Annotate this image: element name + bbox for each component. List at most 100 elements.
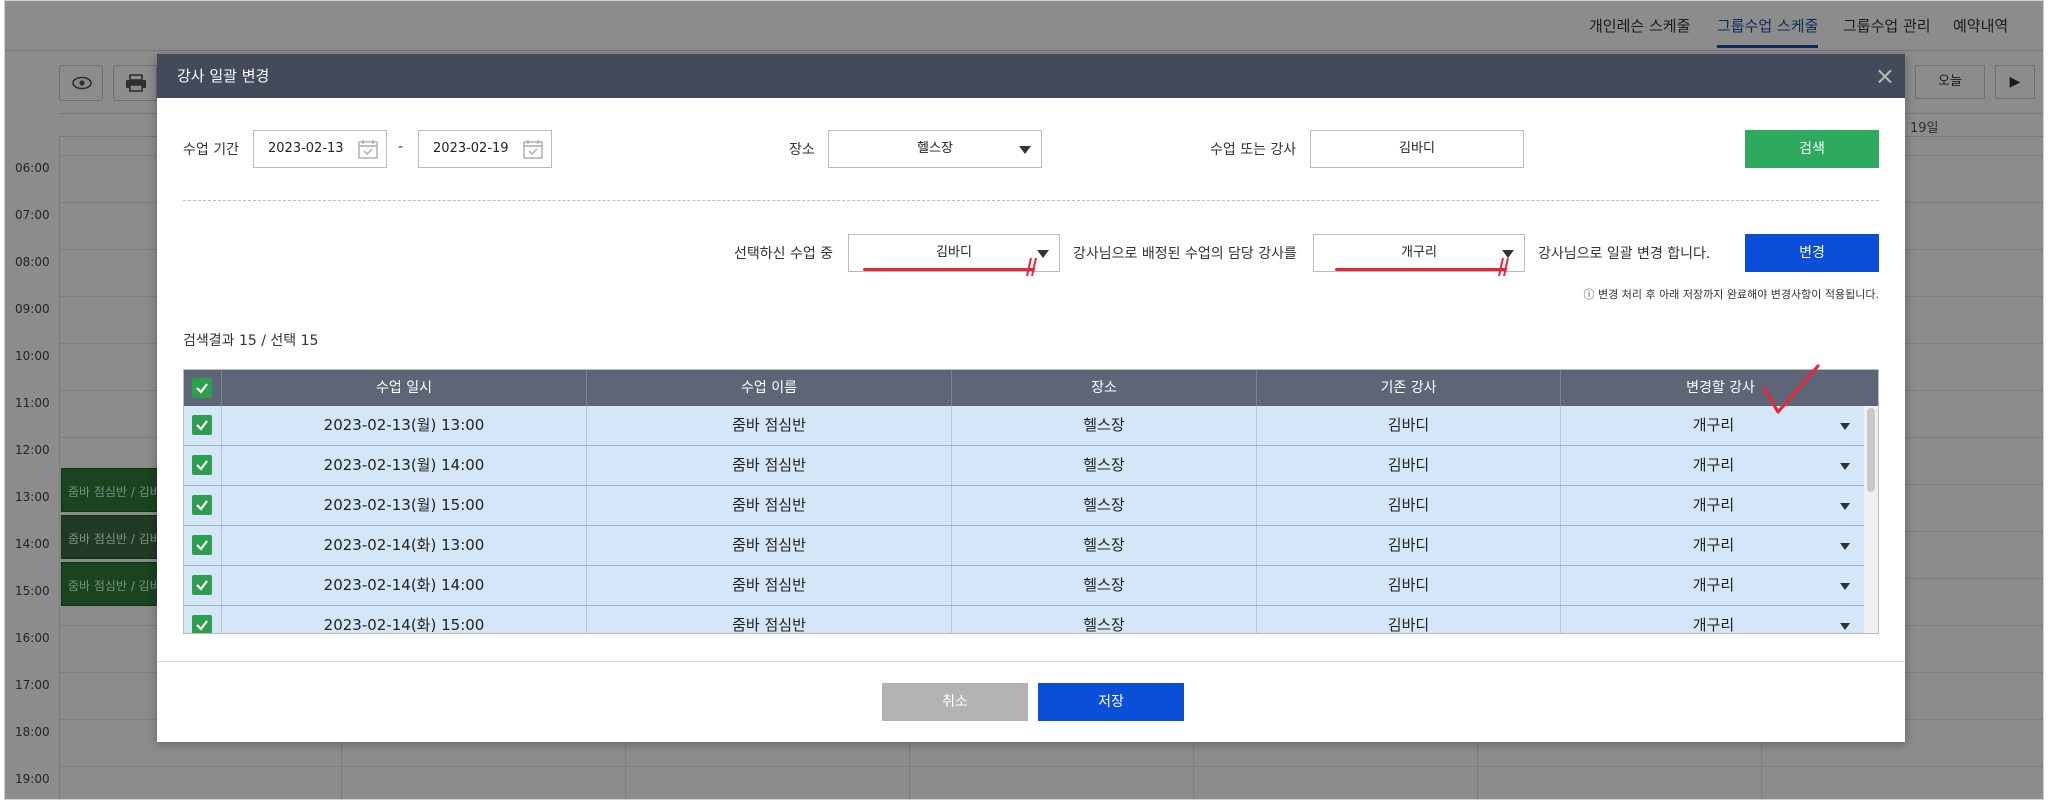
row-checkbox[interactable]	[192, 615, 212, 633]
table-cell: 김바디	[1257, 526, 1561, 565]
check-icon	[196, 460, 208, 471]
save-notice: ⓘ 변경 처리 후 아래 저장까지 완료해야 변경사항이 적용됩니다.	[1583, 288, 1879, 301]
table-cell: 2023-02-13(월) 15:00	[222, 486, 587, 525]
column-header: 기존 강사	[1257, 370, 1561, 406]
table-cell: 줌바 점심반	[587, 566, 952, 605]
table-row[interactable]: 2023-02-13(월) 13:00 줌바 점심반 헬스장 김바디 개구리	[184, 406, 1864, 446]
place-label: 장소	[789, 142, 815, 158]
table-cell: 2023-02-13(월) 13:00	[222, 406, 587, 445]
new-trainer-select[interactable]: 개구리	[1561, 606, 1866, 633]
table-cell: 헬스장	[952, 486, 1257, 525]
to-trainer-select[interactable]: 개구리	[1313, 234, 1525, 272]
row-select-cell	[184, 486, 222, 525]
check-icon	[196, 500, 208, 511]
bulk-change-prefix: 선택하신 수업 중	[734, 246, 834, 262]
change-button[interactable]: 변경	[1745, 234, 1879, 272]
table-cell: 헬스장	[952, 566, 1257, 605]
table-cell: 김바디	[1257, 606, 1561, 633]
class-or-trainer-input[interactable]: 김바디	[1310, 130, 1524, 168]
row-checkbox[interactable]	[192, 495, 212, 515]
calendar-icon	[523, 140, 543, 159]
new-trainer-select[interactable]: 개구리	[1561, 486, 1866, 525]
bulk-change-middle: 강사님으로 배정된 수업의 담당 강사를	[1073, 246, 1297, 262]
row-select-cell	[184, 526, 222, 565]
table-cell: 김바디	[1257, 566, 1561, 605]
calendar-icon	[358, 140, 378, 159]
table-cell: 김바디	[1257, 406, 1561, 445]
footer-divider	[157, 661, 1905, 662]
check-icon	[196, 620, 208, 631]
row-checkbox[interactable]	[192, 535, 212, 555]
column-header: 수업 이름	[587, 370, 952, 406]
select-all-cell	[184, 370, 222, 406]
table-cell: 2023-02-14(화) 15:00	[222, 606, 587, 633]
chevron-down-icon	[1037, 250, 1049, 258]
new-trainer-select[interactable]: 개구리	[1561, 526, 1866, 565]
table-cell: 줌바 점심반	[587, 446, 952, 485]
check-icon	[196, 580, 208, 591]
table-cell: 헬스장	[952, 446, 1257, 485]
scrollbar-thumb[interactable]	[1867, 408, 1875, 492]
class-or-trainer-label: 수업 또는 강사	[1210, 142, 1297, 158]
dialog-header: 강사 일괄 변경 ×	[157, 54, 1905, 98]
search-button[interactable]: 검색	[1745, 130, 1879, 168]
table-cell: 줌바 점심반	[587, 406, 952, 445]
date-separator: -	[398, 139, 404, 155]
table-cell: 2023-02-14(화) 13:00	[222, 526, 587, 565]
row-select-cell	[184, 406, 222, 445]
chevron-down-icon	[1840, 583, 1850, 590]
row-checkbox[interactable]	[192, 455, 212, 475]
annotation-mark-icon	[1498, 257, 1509, 277]
table-row[interactable]: 2023-02-14(화) 14:00 줌바 점심반 헬스장 김바디 개구리	[184, 566, 1864, 606]
table-cell: 헬스장	[952, 526, 1257, 565]
new-trainer-select[interactable]: 개구리	[1561, 446, 1866, 485]
annotation-underline	[1335, 268, 1507, 271]
class-or-trainer-value: 김바디	[1399, 141, 1435, 156]
save-button[interactable]: 저장	[1038, 683, 1184, 721]
result-count: 검색결과 15 / 선택 15	[183, 333, 319, 349]
row-checkbox[interactable]	[192, 575, 212, 595]
check-icon	[196, 420, 208, 431]
row-select-cell	[184, 566, 222, 605]
new-trainer-select[interactable]: 개구리	[1561, 566, 1866, 605]
class-table: 수업 일시 수업 이름 장소 기존 강사 변경할 강사 2023-02-13(월…	[183, 369, 1879, 634]
dialog-title: 강사 일괄 변경	[177, 67, 270, 85]
table-cell: 김바디	[1257, 486, 1561, 525]
chevron-down-icon	[1840, 463, 1850, 470]
chevron-down-icon	[1840, 423, 1850, 430]
table-cell: 2023-02-14(화) 14:00	[222, 566, 587, 605]
column-header: 변경할 강사	[1686, 380, 1755, 396]
table-header: 수업 일시 수업 이름 장소 기존 강사 변경할 강사	[184, 370, 1878, 406]
table-cell: 헬스장	[952, 406, 1257, 445]
place-select-value: 헬스장	[917, 141, 953, 156]
table-scrollbar[interactable]	[1864, 406, 1878, 633]
table-cell: 2023-02-13(월) 14:00	[222, 446, 587, 485]
check-icon	[196, 540, 208, 551]
row-select-cell	[184, 606, 222, 633]
row-checkbox[interactable]	[192, 415, 212, 435]
table-cell: 줌바 점심반	[587, 606, 952, 633]
column-header: 장소	[952, 370, 1257, 406]
date-to-field[interactable]: 2023-02-19	[418, 130, 552, 168]
chevron-down-icon	[1019, 146, 1031, 154]
column-header: 수업 일시	[222, 370, 587, 406]
select-all-checkbox[interactable]	[192, 378, 212, 398]
annotation-checkmark-icon	[1762, 364, 1820, 414]
bulk-change-suffix: 강사님으로 일괄 변경 합니다.	[1538, 246, 1711, 262]
table-row[interactable]: 2023-02-14(화) 15:00 줌바 점심반 헬스장 김바디 개구리	[184, 606, 1866, 633]
date-from-value: 2023-02-13	[268, 141, 344, 156]
table-row[interactable]: 2023-02-14(화) 13:00 줌바 점심반 헬스장 김바디 개구리	[184, 526, 1864, 566]
chevron-down-icon	[1840, 623, 1850, 630]
from-trainer-value: 김바디	[936, 245, 972, 260]
check-icon	[196, 383, 208, 394]
cancel-button[interactable]: 취소	[882, 683, 1028, 721]
chevron-down-icon	[1840, 543, 1850, 550]
table-row[interactable]: 2023-02-13(월) 15:00 줌바 점심반 헬스장 김바디 개구리	[184, 486, 1864, 526]
close-icon[interactable]: ×	[1875, 54, 1895, 98]
date-from-field[interactable]: 2023-02-13	[253, 130, 387, 168]
place-select[interactable]: 헬스장	[828, 130, 1042, 168]
table-cell: 줌바 점심반	[587, 486, 952, 525]
to-trainer-value: 개구리	[1401, 245, 1437, 260]
period-label: 수업 기간	[183, 142, 239, 158]
table-row[interactable]: 2023-02-13(월) 14:00 줌바 점심반 헬스장 김바디 개구리	[184, 446, 1864, 486]
